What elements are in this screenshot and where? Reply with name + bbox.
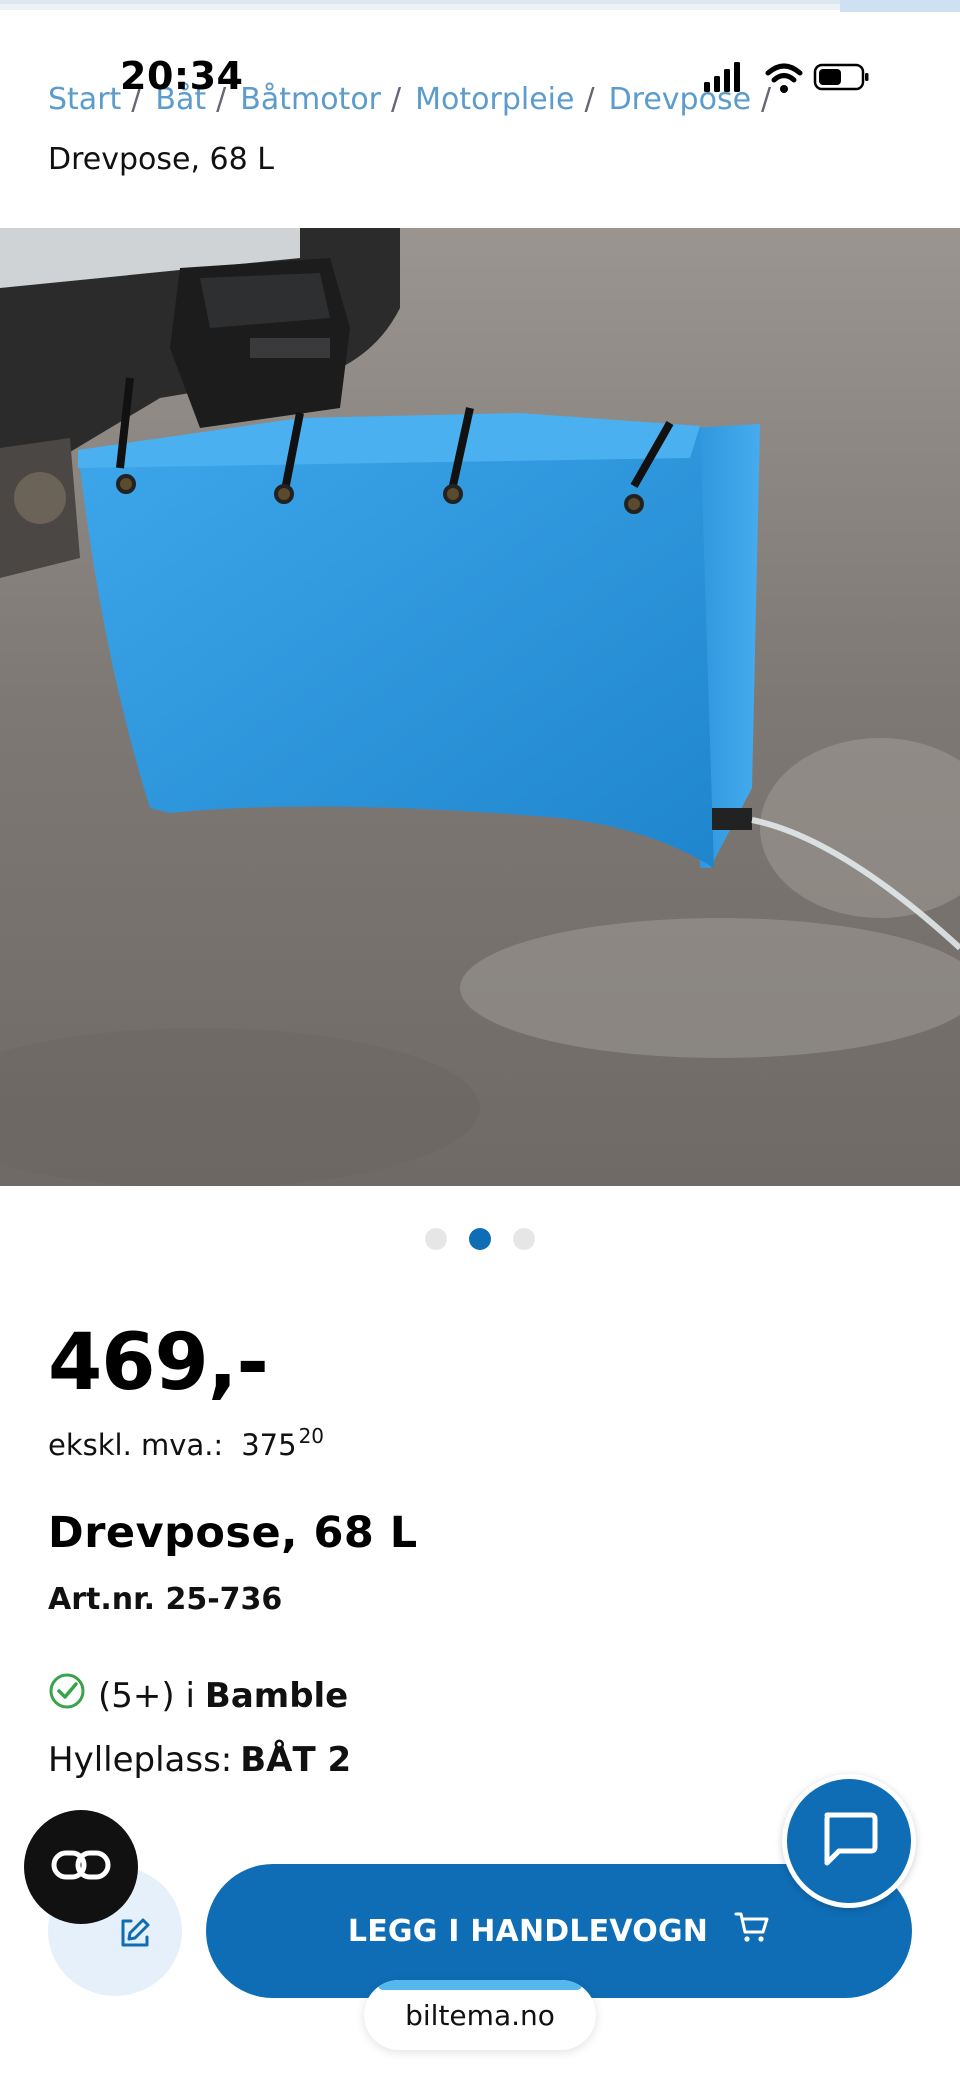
overlay-link-button[interactable] <box>24 1810 138 1924</box>
link-icon <box>51 1848 111 1886</box>
carousel-dot-3[interactable] <box>513 1228 535 1250</box>
shelf-location: Hylleplass: BÅT 2 <box>48 1740 351 1780</box>
battery-icon <box>813 63 869 91</box>
carousel-dot-1[interactable] <box>425 1228 447 1250</box>
shelf-label: Hylleplass: <box>48 1740 233 1780</box>
stock-status: (5+) i Bamble <box>48 1672 348 1719</box>
browser-url-pill[interactable]: biltema.no <box>364 1980 596 2050</box>
ex-vat-price: ekskl. mva.: 375 20 <box>48 1424 324 1462</box>
stock-count: (5+) i <box>98 1675 195 1716</box>
price: 469,- <box>48 1318 269 1408</box>
browser-url: biltema.no <box>405 1998 555 2032</box>
chat-button[interactable] <box>782 1774 916 1908</box>
ex-vat-label: ekskl. mva.: <box>48 1428 224 1462</box>
breadcrumb-current: Drevpose, 68 L <box>48 142 274 177</box>
product-photo <box>0 228 960 1186</box>
breadcrumb-separator: / <box>584 82 595 117</box>
carousel-dot-2-active[interactable] <box>469 1228 491 1250</box>
check-circle-icon <box>48 1672 86 1719</box>
carousel-dots <box>0 1228 960 1250</box>
loading-track <box>0 0 840 4</box>
status-icons <box>674 58 874 96</box>
add-to-cart-label: LEGG I HANDLEVOGN <box>347 1913 709 1949</box>
top-loading-line <box>0 0 960 12</box>
loading-segment <box>840 0 960 12</box>
signal-icon <box>704 62 740 92</box>
product-image[interactable] <box>0 228 960 1186</box>
article-number: Art.nr. 25-736 <box>48 1582 283 1617</box>
ex-vat-amount: 375 <box>241 1428 297 1462</box>
breadcrumb-start[interactable]: Start <box>48 82 121 117</box>
breadcrumb-motorpleie[interactable]: Motorpleie <box>415 82 574 117</box>
cart-icon <box>734 1910 770 1952</box>
wifi-icon <box>765 63 803 93</box>
edit-icon <box>117 1915 153 1955</box>
shelf-value: BÅT 2 <box>240 1740 352 1780</box>
stock-store[interactable]: Bamble <box>205 1676 348 1716</box>
status-icons-svg <box>704 62 869 93</box>
chat-icon <box>817 1809 881 1873</box>
product-title: Drevpose, 68 L <box>48 1508 418 1558</box>
breadcrumb-batmotor[interactable]: Båtmotor <box>240 82 381 117</box>
breadcrumb-separator: / <box>391 82 402 117</box>
status-time: 20:34 <box>120 54 244 98</box>
ex-vat-decimals: 20 <box>298 1424 325 1448</box>
url-loading-glow <box>378 1980 582 1990</box>
